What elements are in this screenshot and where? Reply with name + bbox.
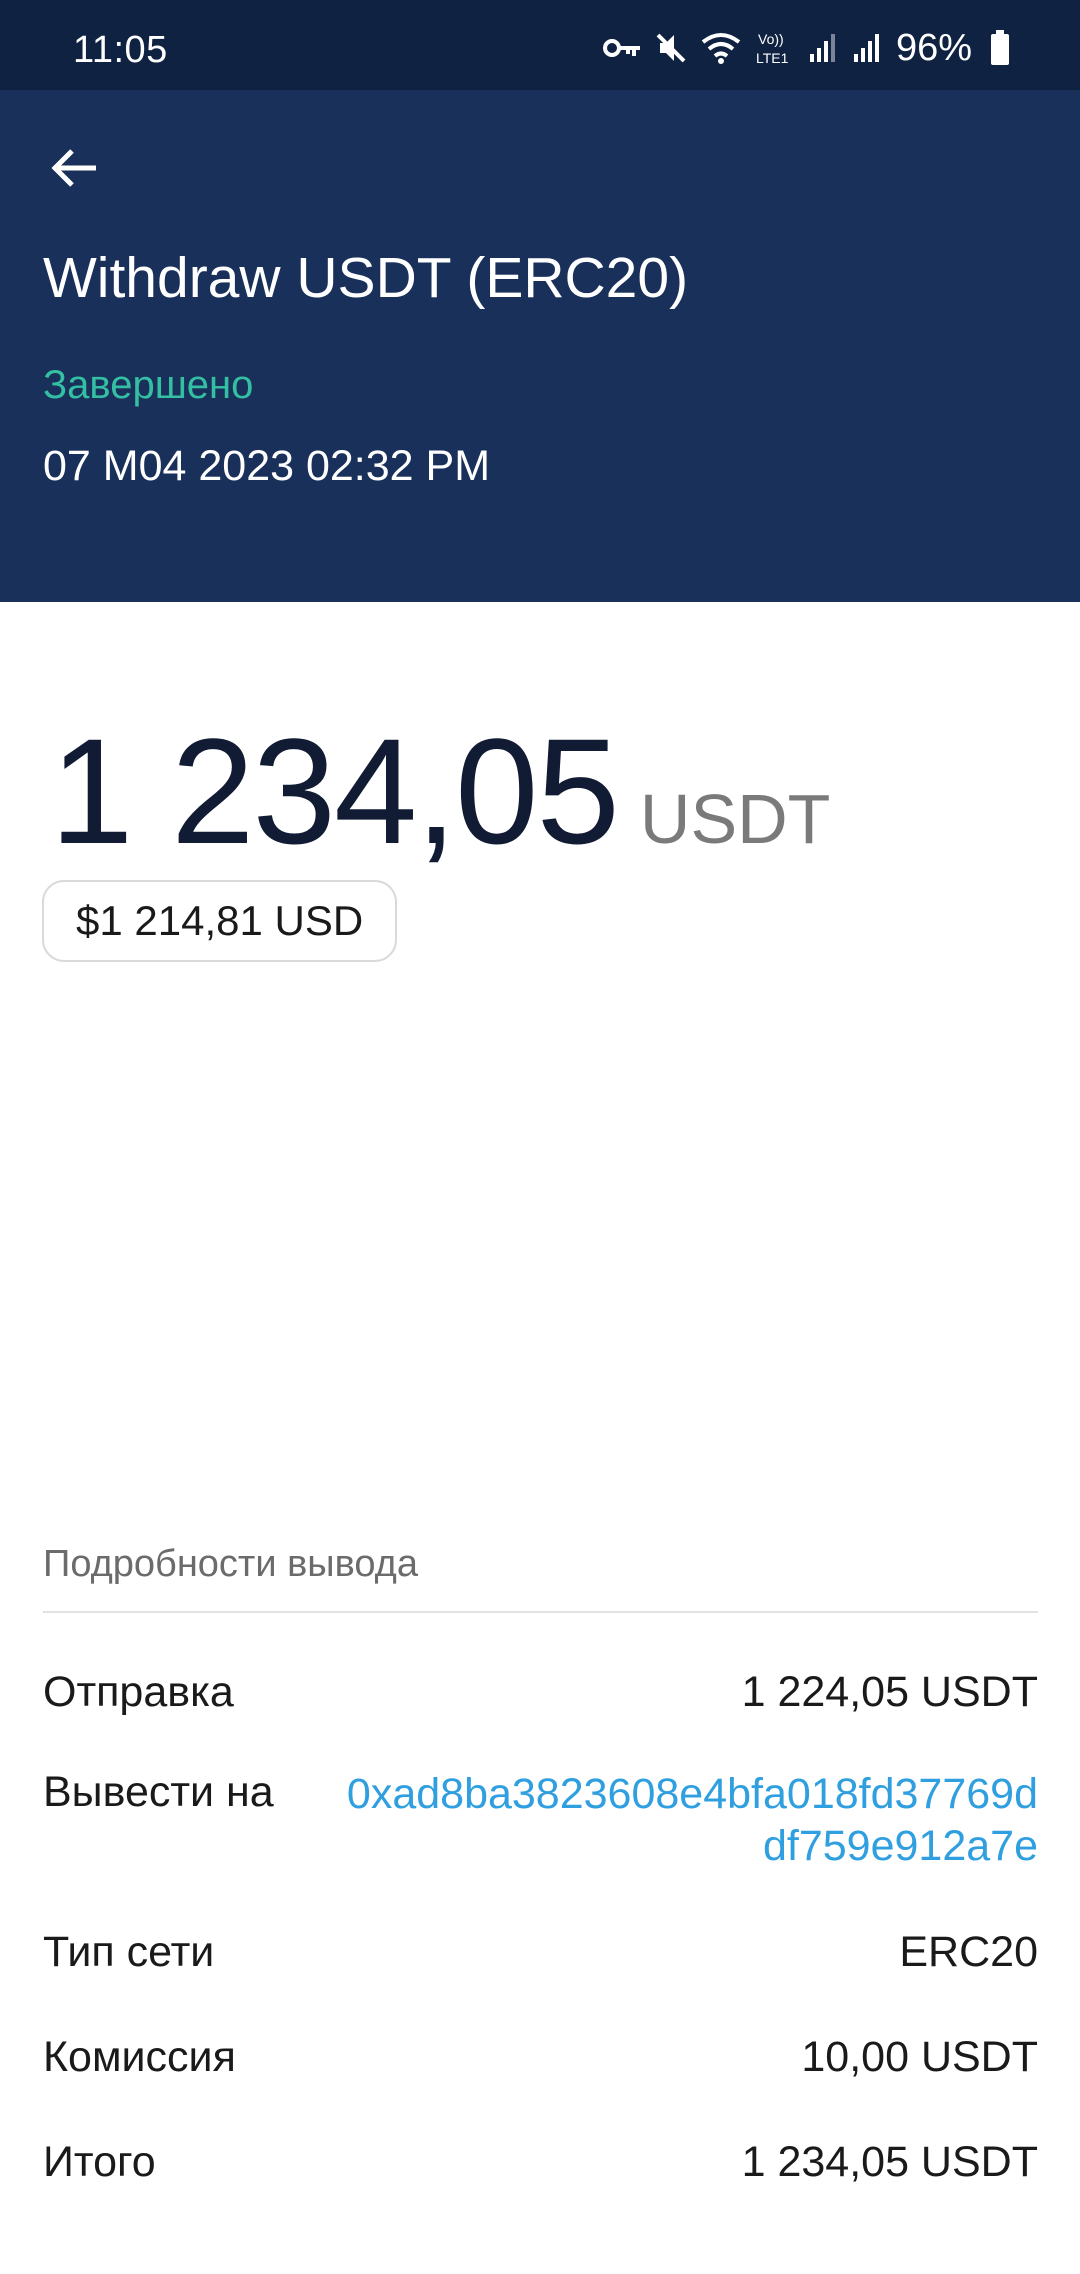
page-title: Withdraw USDT (ERC20) [43, 246, 689, 310]
battery-icon [990, 30, 1010, 66]
detail-row-network: Тип сети ERC20 [43, 1928, 1038, 1977]
status-bar: 11:05 Vo)) LTE1 96% [0, 0, 1080, 90]
amount-value: 1 234,05 [50, 707, 620, 875]
detail-row-address: Вывести на 0xad8ba3823608e4bfa018fd37769… [43, 1768, 1038, 1872]
amount-unit: USDT [639, 780, 831, 858]
divider [43, 1611, 1038, 1613]
detail-label: Вывести на [43, 1768, 274, 1816]
amount-display: 1 234,05 USDT [50, 705, 830, 878]
detail-label: Тип сети [43, 1928, 215, 1976]
detail-value: 1 224,05 USDT [741, 1668, 1038, 1716]
mute-icon [656, 31, 686, 65]
detail-value: 10,00 USDT [801, 2033, 1038, 2081]
detail-value: ERC20 [899, 1928, 1038, 1976]
signal-icon [808, 32, 838, 64]
vpn-key-icon [602, 36, 642, 60]
detail-label: Отправка [43, 1668, 234, 1716]
volte-icon: Vo)) LTE1 [756, 30, 794, 66]
fiat-value-chip: $1 214,81 USD [42, 880, 398, 962]
detail-row-sent: Отправка 1 224,05 USDT [43, 1668, 1038, 1717]
status-time: 11:05 [73, 29, 168, 71]
arrow-left-icon [50, 148, 98, 193]
svg-text:LTE1: LTE1 [756, 50, 789, 66]
back-button[interactable] [44, 140, 104, 200]
battery-percent: 96% [895, 26, 972, 69]
detail-row-total: Итого 1 234,05 USDT [43, 2138, 1038, 2187]
svg-text:Vo)): Vo)) [758, 31, 784, 47]
status-badge: Завершено [43, 363, 254, 407]
detail-label: Итого [43, 2138, 156, 2186]
detail-value: 1 234,05 USDT [741, 2138, 1038, 2186]
details-section-title: Подробности вывода [43, 1543, 418, 1585]
signal-icon [852, 32, 882, 64]
transaction-header: Withdraw USDT (ERC20) Завершено 07 M04 2… [0, 90, 1080, 602]
transaction-datetime: 07 M04 2023 02:32 PM [43, 442, 491, 490]
status-icons: Vo)) LTE1 96% [602, 26, 1010, 70]
detail-row-fee: Комиссия 10,00 USDT [43, 2033, 1038, 2082]
detail-label: Комиссия [43, 2033, 236, 2081]
wifi-icon [700, 32, 742, 64]
withdraw-address-link[interactable]: 0xad8ba3823608e4bfa018fd37769ddf759e912a… [338, 1768, 1038, 1872]
